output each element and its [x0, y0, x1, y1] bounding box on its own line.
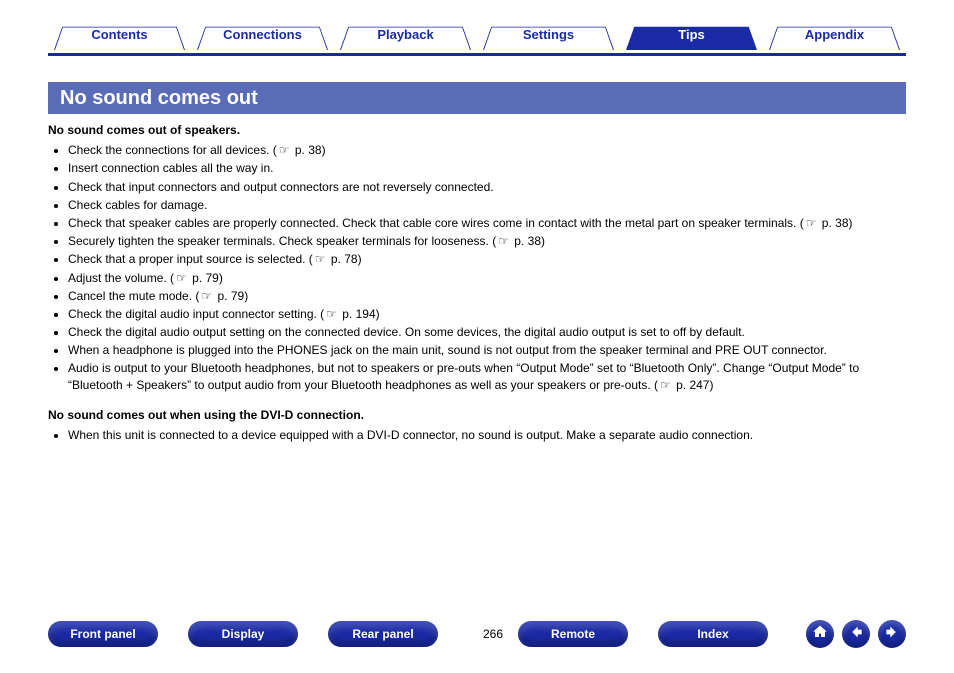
tab-baseline	[48, 53, 906, 56]
crossref-link[interactable]: p. 194	[339, 307, 376, 321]
button-label: Front panel	[70, 627, 135, 641]
list-item-tail: )	[849, 216, 853, 230]
crossref-icon: ☞	[174, 271, 189, 285]
crossref-icon: ☞	[277, 143, 292, 157]
tab-label: Playback	[377, 27, 433, 42]
list-item: Check the digital audio output setting o…	[68, 324, 906, 340]
list-item-text: Securely tighten the speaker terminals. …	[68, 234, 496, 248]
crossref-link[interactable]: p. 79	[214, 289, 244, 303]
crossref-link[interactable]: p. 38	[818, 216, 848, 230]
crossref-link[interactable]: p. 38	[511, 234, 541, 248]
button-label: Remote	[551, 627, 595, 641]
crossref-icon: ☞	[324, 307, 339, 321]
list-item-text: Insert connection cables all the way in.	[68, 161, 273, 175]
crossref-icon: ☞	[313, 252, 328, 266]
tab-playback[interactable]: Playback	[334, 18, 477, 50]
next-page-button[interactable]	[878, 620, 906, 648]
tab-contents[interactable]: Contents	[48, 18, 191, 50]
crossref-link[interactable]: p. 79	[189, 271, 219, 285]
crossref-link[interactable]: p. 247	[673, 378, 710, 392]
content-area: No sound comes out of speakers. Check the…	[48, 122, 906, 457]
page-number: 266	[468, 627, 518, 641]
list-item-text: Adjust the volume. (	[68, 271, 174, 285]
crossref-link[interactable]: p. 78	[328, 252, 358, 266]
arrow-right-icon	[884, 624, 900, 645]
list-item-text: Check that a proper input source is sele…	[68, 252, 313, 266]
list-item: When this unit is connected to a device …	[68, 427, 906, 443]
list-item-tail: )	[376, 307, 380, 321]
page-title-text: No sound comes out	[60, 87, 258, 110]
index-button[interactable]: Index	[658, 621, 768, 647]
list-item-text: Check that input connectors and output c…	[68, 180, 494, 194]
list-item-tail: )	[541, 234, 545, 248]
tab-label: Appendix	[805, 27, 864, 42]
list-item-text: Cancel the mute mode. (	[68, 289, 199, 303]
list-item: Check cables for damage.	[68, 197, 906, 213]
crossref-icon: ☞	[804, 216, 819, 230]
home-icon	[812, 624, 828, 645]
list-item-text: Audio is output to your Bluetooth headph…	[68, 361, 859, 391]
rear-panel-button[interactable]: Rear panel	[328, 621, 438, 647]
remote-button[interactable]: Remote	[518, 621, 628, 647]
list-item: Check that input connectors and output c…	[68, 179, 906, 195]
list-item-tail: )	[709, 378, 713, 392]
prev-page-button[interactable]	[842, 620, 870, 648]
list-item: Check that a proper input source is sele…	[68, 251, 906, 267]
button-label: Rear panel	[352, 627, 413, 641]
list-item-text: Check the digital audio input connector …	[68, 307, 324, 321]
tab-settings[interactable]: Settings	[477, 18, 620, 50]
crossref-icon: ☞	[199, 289, 214, 303]
home-button[interactable]	[806, 620, 834, 648]
tab-connections[interactable]: Connections	[191, 18, 334, 50]
list-item-text: Check the connections for all devices. (	[68, 143, 277, 157]
list-item-tail: )	[322, 143, 326, 157]
list-item-text: Check the digital audio output setting o…	[68, 325, 745, 339]
list-item: Securely tighten the speaker terminals. …	[68, 233, 906, 249]
list-item-text: Check cables for damage.	[68, 198, 207, 212]
list-item-text: When a headphone is plugged into the PHO…	[68, 343, 827, 357]
list-item: Insert connection cables all the way in.	[68, 160, 906, 176]
list-item: Adjust the volume. (☞ p. 79)	[68, 270, 906, 286]
list-item-tail: )	[219, 271, 223, 285]
list-item-tail: )	[358, 252, 362, 266]
list-item: Check the digital audio input connector …	[68, 306, 906, 322]
section-list: When this unit is connected to a device …	[48, 427, 906, 443]
tab-label: Settings	[523, 27, 574, 42]
bottom-bar: Front panel Display Rear panel 266 Remot…	[48, 617, 906, 651]
button-label: Index	[697, 627, 728, 641]
list-item-tail: )	[244, 289, 248, 303]
crossref-icon: ☞	[496, 234, 511, 248]
nav-icons	[806, 620, 906, 648]
display-button[interactable]: Display	[188, 621, 298, 647]
list-item: Check the connections for all devices. (…	[68, 142, 906, 158]
top-tabs: Contents Connections Playback Settings Tips A…	[48, 18, 906, 60]
tab-appendix[interactable]: Appendix	[763, 18, 906, 50]
tab-label: Contents	[91, 27, 147, 42]
button-label: Display	[222, 627, 265, 641]
section-heading: No sound comes out of speakers.	[48, 122, 906, 138]
tab-label: Tips	[678, 27, 705, 42]
front-panel-button[interactable]: Front panel	[48, 621, 158, 647]
arrow-left-icon	[848, 624, 864, 645]
list-item: Check that speaker cables are properly c…	[68, 215, 906, 231]
list-item-text: When this unit is connected to a device …	[68, 428, 753, 442]
section-heading: No sound comes out when using the DVI-D …	[48, 407, 906, 423]
list-item: Audio is output to your Bluetooth headph…	[68, 360, 906, 392]
list-item-text: Check that speaker cables are properly c…	[68, 216, 804, 230]
list-item: When a headphone is plugged into the PHO…	[68, 342, 906, 358]
crossref-icon: ☞	[658, 378, 673, 392]
section-list: Check the connections for all devices. (…	[48, 142, 906, 393]
list-item: Cancel the mute mode. (☞ p. 79)	[68, 288, 906, 304]
tab-tips[interactable]: Tips	[620, 18, 763, 50]
page-title: No sound comes out	[48, 82, 906, 114]
crossref-link[interactable]: p. 38	[292, 143, 322, 157]
tab-label: Connections	[223, 27, 302, 42]
tab-row: Contents Connections Playback Settings Tips A…	[48, 18, 906, 54]
